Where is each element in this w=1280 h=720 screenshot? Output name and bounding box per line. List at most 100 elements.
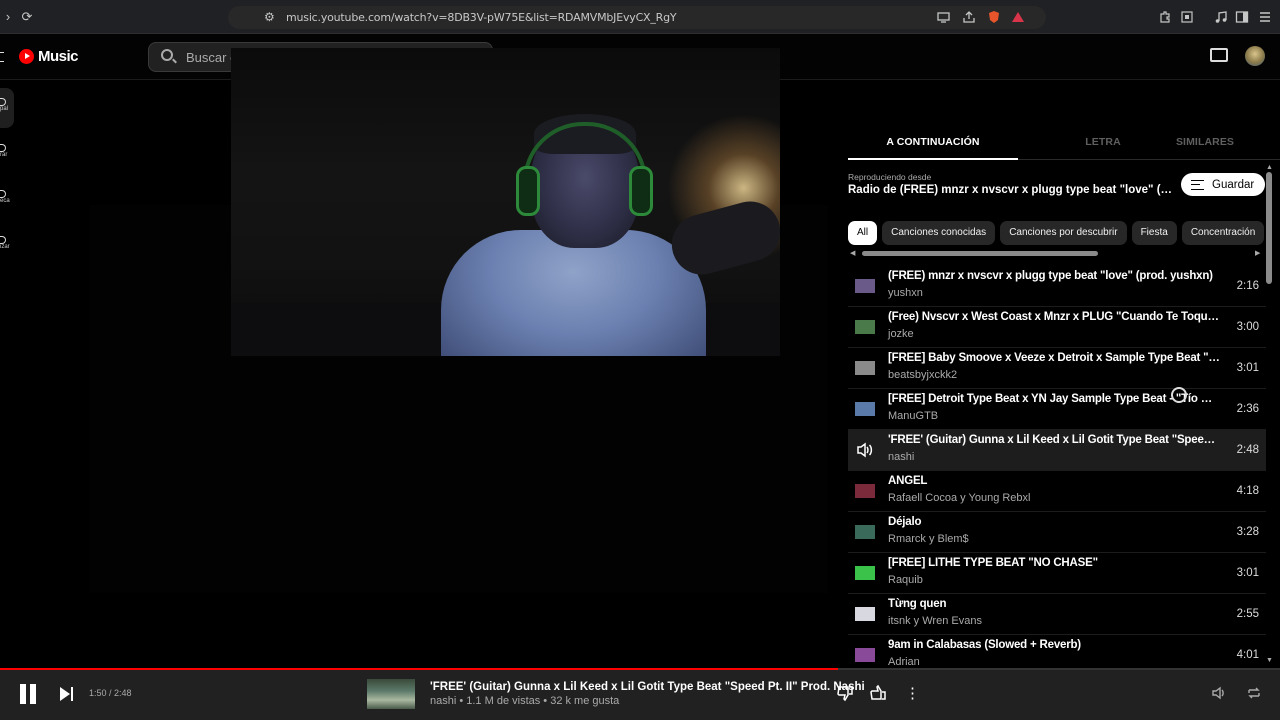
more-options-icon[interactable]: ⋮	[905, 684, 920, 704]
chip-focus[interactable]: Concentración	[1181, 221, 1265, 245]
library-icon	[0, 190, 6, 198]
chips-scrollbar[interactable]: ◀ ▶	[848, 248, 1266, 258]
sidebar-toggle-icon[interactable]	[1235, 10, 1249, 24]
home-icon	[0, 98, 6, 106]
menu-icon[interactable]	[0, 52, 4, 62]
forward-icon[interactable]: ›	[0, 9, 16, 25]
screenshot-icon[interactable]	[1180, 10, 1194, 24]
now-playing-meta[interactable]: nashi • 1.1 M de vistas • 32 k me gusta	[430, 695, 619, 707]
queue-item[interactable]: [FREE] LITHE TYPE BEAT "NO CHASE" Raquib 3…	[848, 553, 1266, 594]
queue-item[interactable]: 'FREE' (Guitar) Gunna x Lil Keed x Lil G…	[848, 430, 1266, 471]
tab-up-next[interactable]: A CONTINUACIÓN	[848, 124, 1018, 160]
queue-item-thumbnail	[855, 648, 875, 662]
now-playing-title[interactable]: 'FREE' (Guitar) Gunna x Lil Keed x Lil G…	[430, 681, 865, 693]
volume-icon[interactable]	[1210, 684, 1228, 707]
queue-item-thumbnail	[855, 320, 875, 334]
install-app-icon[interactable]	[937, 10, 951, 24]
youtube-music-logo[interactable]: Music	[19, 48, 79, 65]
queue-item-artist[interactable]: jozke	[888, 328, 914, 340]
rail-item-explore[interactable]: rar	[0, 144, 10, 158]
scroll-left-icon[interactable]: ◀	[850, 249, 855, 257]
queue-item-thumbnail	[855, 484, 875, 498]
now-playing-thumbnail[interactable]	[367, 679, 415, 709]
rail-label: pal	[0, 106, 9, 112]
avatar[interactable]	[1245, 46, 1265, 66]
upgrade-icon	[0, 236, 6, 244]
queue-item-duration: 2:16	[1236, 280, 1259, 292]
queue-item[interactable]: (FREE) mnzr x nvscvr x plugg type beat "…	[848, 266, 1266, 307]
playing-from-title[interactable]: Radio de (FREE) mnzr x nvscvr x plugg ty…	[848, 184, 1178, 196]
queue-item-artist[interactable]: ManuGTB	[888, 410, 938, 422]
play-logo-icon	[19, 49, 34, 64]
queue-item[interactable]: [FREE] Baby Smoove x Veeze x Detroit x S…	[848, 348, 1266, 389]
queue-item-artist[interactable]: beatsbyjxckk2	[888, 369, 957, 381]
tab-related[interactable]: SIMILARES	[1120, 124, 1280, 160]
mouse-cursor-icon	[1171, 387, 1187, 403]
queue-item-duration: 2:48	[1236, 444, 1259, 456]
scroll-down-icon[interactable]: ▼	[1266, 657, 1273, 664]
queue-item-duration: 3:01	[1236, 567, 1259, 579]
search-icon[interactable]	[161, 49, 173, 61]
queue-item-title: Từng quen	[888, 598, 947, 610]
browser-menu-icon[interactable]	[1258, 10, 1272, 24]
chip-party[interactable]: Fiesta	[1131, 221, 1177, 245]
media-control-icon[interactable]	[1214, 10, 1228, 24]
queue-item-title: ÁNGEL	[888, 475, 928, 487]
queue-item[interactable]: Từng quen itsnk y Wren Evans 2:55	[848, 594, 1266, 635]
extensions-icon[interactable]	[1158, 10, 1172, 24]
scrollbar-thumb[interactable]	[862, 251, 1098, 256]
scroll-right-icon[interactable]: ▶	[1255, 249, 1260, 257]
queue-item-artist[interactable]: itsnk y Wren Evans	[888, 615, 982, 627]
queue-item-thumbnail	[855, 566, 875, 580]
queue-item-thumbnail	[855, 525, 875, 539]
url-text: music.youtube.com/watch?v=8DB3V-pW75E&li…	[286, 11, 677, 24]
player-bar: 1:50 / 2:48 'FREE' (Guitar) Gunna x Lil …	[0, 670, 1280, 720]
rail-label: eca	[0, 198, 10, 204]
reload-icon[interactable]: ⟳	[19, 9, 35, 25]
address-bar[interactable]: ⚙ music.youtube.com/watch?v=8DB3V-pW75E&…	[228, 6, 1046, 29]
scroll-up-icon[interactable]: ▲	[1266, 164, 1273, 171]
queue-item-title: 'FREE' (Guitar) Gunna x Lil Keed x Lil G…	[888, 434, 1220, 446]
site-info-icon[interactable]: ⚙	[264, 10, 275, 24]
brave-shield-icon[interactable]	[987, 10, 1001, 24]
queue-item-thumbnail	[855, 607, 875, 621]
queue-item-title: 9am in Calabasas (Slowed + Reverb)	[888, 639, 1081, 651]
rail-label: rar	[0, 152, 8, 158]
chip-discover[interactable]: Canciones por descubrir	[1000, 221, 1127, 245]
queue-item-duration: 4:18	[1236, 485, 1259, 497]
queue-item-duration: 3:01	[1236, 362, 1259, 374]
webcam-overlay	[231, 48, 780, 356]
rail-item-library[interactable]: eca	[0, 190, 10, 204]
queue-item-duration: 3:28	[1236, 526, 1259, 538]
cast-icon[interactable]	[1210, 48, 1228, 62]
like-icon[interactable]	[869, 684, 887, 707]
chip-all[interactable]: All	[848, 221, 878, 245]
chip-familiar[interactable]: Canciones conocidas	[882, 221, 996, 245]
rail-item-upgrade[interactable]: izar	[0, 236, 10, 250]
queue-item-artist[interactable]: Raquib	[888, 574, 923, 586]
queue-item[interactable]: Déjalo Rmarck y Blem$ 3:28	[848, 512, 1266, 553]
queue-item[interactable]: 9am in Calabasas (Slowed + Reverb) Adrian…	[848, 635, 1266, 670]
rail-item-home[interactable]: pal	[0, 98, 10, 112]
queue-item[interactable]: ÁNGEL Rafaell Cocoa y Young Rebxl 4:18	[848, 471, 1266, 512]
panel-tabs: A CONTINUACIÓN LETRA SIMILARES	[848, 124, 1280, 160]
queue-item-title: (Free) Nvscvr x West Coast x Mnzr x PLUG…	[888, 311, 1220, 323]
explore-icon	[0, 144, 6, 152]
repeat-icon[interactable]	[1245, 684, 1263, 707]
queue-item-artist[interactable]: yushxn	[888, 287, 923, 299]
next-button[interactable]	[60, 687, 74, 701]
save-button[interactable]: Guardar	[1181, 173, 1265, 196]
queue-item[interactable]: [FREE] Detroit Type Beat x YN Jay Sample…	[848, 389, 1266, 430]
queue-scrollbar[interactable]	[1266, 172, 1272, 284]
pause-button[interactable]	[19, 684, 37, 704]
queue-item-artist[interactable]: nashi	[888, 451, 914, 463]
share-icon[interactable]	[962, 10, 976, 24]
brave-rewards-icon[interactable]	[1011, 10, 1025, 24]
queue-item-title: (FREE) mnzr x nvscvr x plugg type beat "…	[888, 270, 1213, 282]
queue-item-artist[interactable]: Rafaell Cocoa y Young Rebxl	[888, 492, 1030, 504]
rail-label: izar	[0, 244, 10, 250]
dislike-icon[interactable]	[836, 684, 854, 707]
queue-item-artist[interactable]: Rmarck y Blem$	[888, 533, 969, 545]
queue-item-artist[interactable]: Adrian	[888, 656, 920, 668]
queue-item[interactable]: (Free) Nvscvr x West Coast x Mnzr x PLUG…	[848, 307, 1266, 348]
